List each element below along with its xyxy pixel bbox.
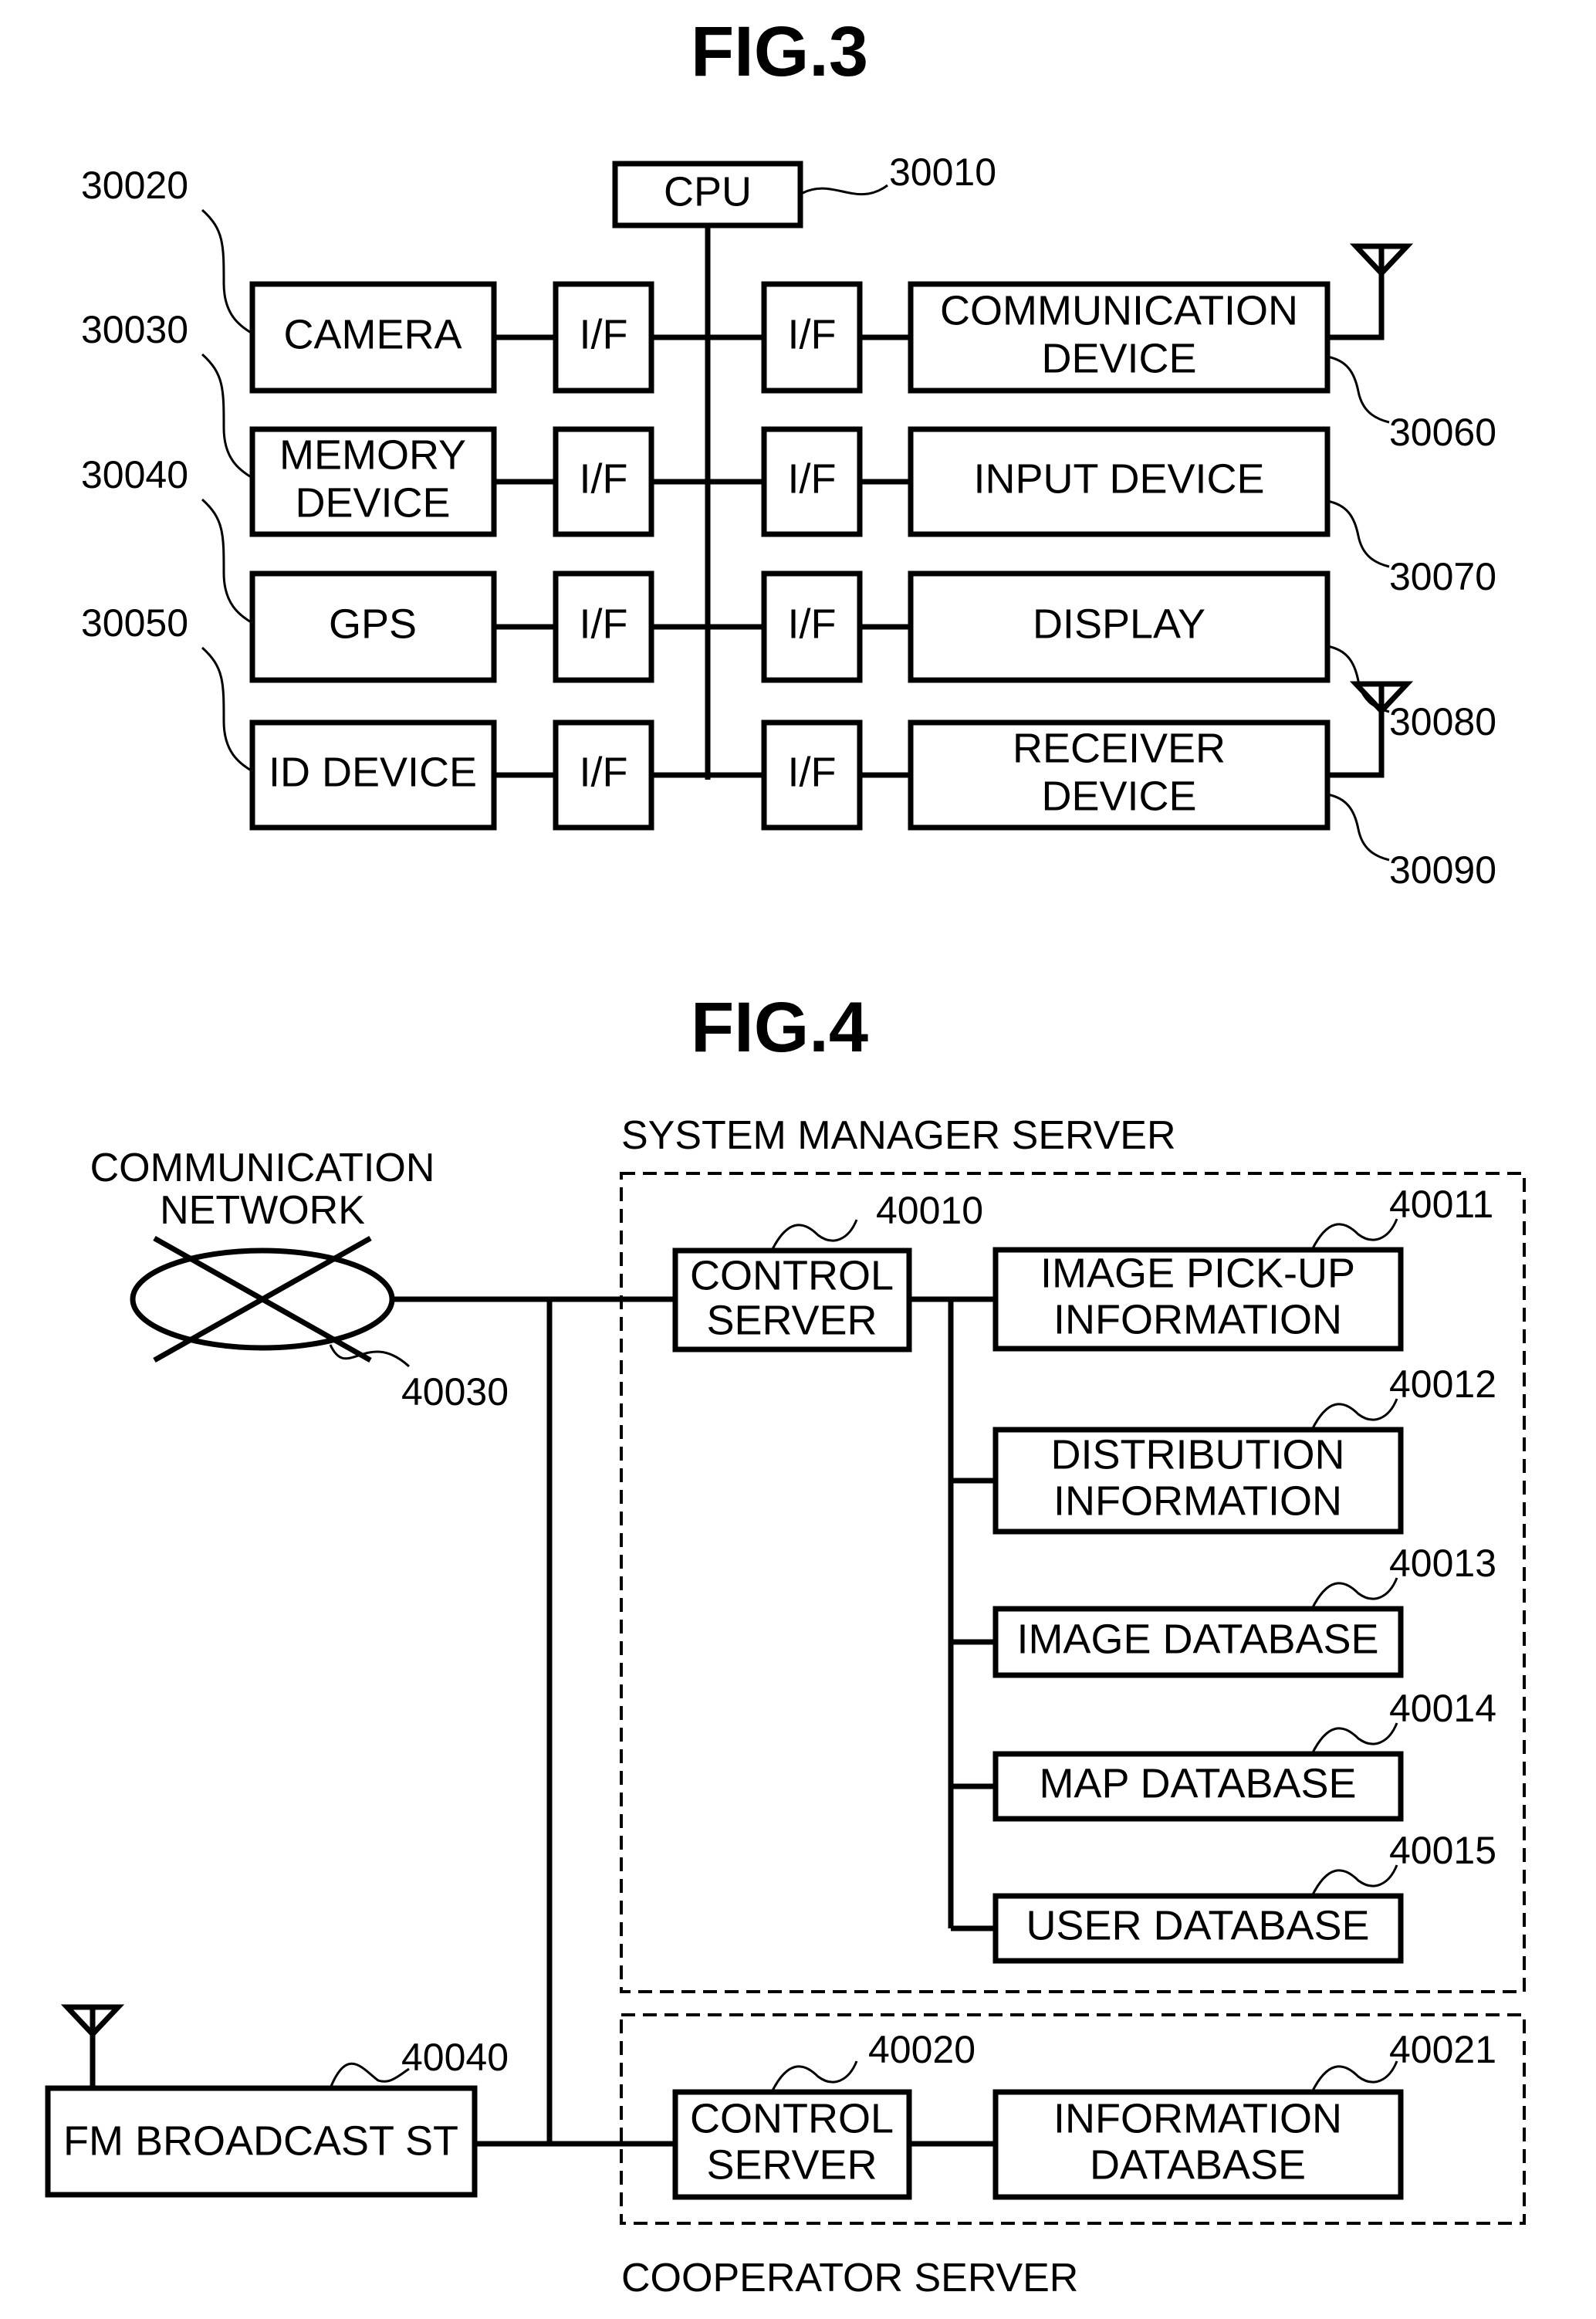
info-database-label-2: DATABASE bbox=[1090, 2141, 1306, 2188]
right-device-row: I/F COMMUNICATIONDEVICE 30060 bbox=[708, 243, 1496, 454]
device-label-line-1: INPUT DEVICE bbox=[973, 455, 1264, 502]
network-label-line1: COMMUNICATION bbox=[90, 1146, 435, 1190]
sm-item-ref: 40015 bbox=[1389, 1829, 1496, 1872]
network-leader bbox=[329, 1344, 411, 1368]
right-device-row: I/F RECEIVERDEVICE 30090 bbox=[708, 681, 1496, 892]
sm-item-ref: 40013 bbox=[1389, 1542, 1496, 1585]
cpu-label: CPU bbox=[664, 168, 752, 215]
sm-item-label-line-1: USER DATABASE bbox=[1026, 1902, 1369, 1948]
device-ref: 30040 bbox=[81, 453, 188, 496]
fig3: FIG.3 CPU 30010 CAMERA I/F30020MEMORYDEVI… bbox=[81, 12, 1496, 892]
coop-control-leader bbox=[770, 2060, 858, 2093]
sm-item: IMAGE PICK-UPINFORMATION 40011 bbox=[951, 1183, 1493, 1352]
coop-control-label-2: SERVER bbox=[706, 2141, 877, 2188]
device-label-line-1: RECEIVER bbox=[1013, 725, 1226, 771]
sm-item: DISTRIBUTIONINFORMATION 40012 bbox=[951, 1363, 1496, 1535]
device-label-line-1: MEMORY bbox=[279, 432, 466, 478]
fm-broadcast-station: FM BROADCAST ST 40040 bbox=[45, 2004, 509, 2198]
sm-item-label-line-2: INFORMATION bbox=[1053, 1296, 1342, 1342]
device-leader bbox=[201, 208, 253, 335]
sm-item: USER DATABASE 40015 bbox=[951, 1829, 1496, 1964]
cpu-leader bbox=[802, 184, 888, 196]
sm-item-label-line-1: IMAGE DATABASE bbox=[1016, 1616, 1378, 1662]
device-label-line-2: DEVICE bbox=[1041, 335, 1196, 381]
interface-label: I/F bbox=[580, 749, 628, 795]
coop-control-ref: 40020 bbox=[868, 2028, 976, 2071]
device-label-line-2: DEVICE bbox=[1041, 773, 1196, 819]
device-leader bbox=[201, 353, 253, 479]
sm-item: MAP DATABASE 40014 bbox=[951, 1687, 1496, 1822]
device-leader bbox=[1327, 355, 1390, 424]
device-leader bbox=[201, 646, 253, 773]
fig4-title: FIG.4 bbox=[691, 988, 868, 1067]
interface-label: I/F bbox=[580, 311, 628, 357]
device-ref: 30090 bbox=[1389, 848, 1496, 892]
fig3-left-devices: CAMERA I/F 30020 MEMORYDEVICE I/F 30030 GPS I/F… bbox=[81, 164, 708, 831]
sm-item-label-line-1: DISTRIBUTION bbox=[1050, 1431, 1344, 1478]
info-database-leader bbox=[1310, 2060, 1398, 2093]
cpu-block: CPU 30010 bbox=[612, 151, 996, 229]
info-database-label-1: INFORMATION bbox=[1053, 2095, 1342, 2141]
right-device-row: I/F DISPLAY 30080 bbox=[708, 570, 1496, 743]
patent-figures: FIG.3 CPU 30010 CAMERA I/F30020MEMORYDEVI… bbox=[45, 12, 1526, 2300]
device-ref: 30020 bbox=[81, 164, 188, 207]
coop-control-label-1: CONTROL bbox=[690, 2095, 894, 2141]
antenna-icon bbox=[1349, 243, 1414, 283]
network-ref: 40030 bbox=[401, 1370, 509, 1413]
device-ref: 30060 bbox=[1389, 411, 1496, 454]
info-database-ref: 40021 bbox=[1389, 2028, 1496, 2071]
device-ref: 30070 bbox=[1389, 555, 1496, 598]
interface-label: I/F bbox=[580, 601, 628, 647]
interface-label: I/F bbox=[788, 749, 837, 795]
device-label-line-1: CAMERA bbox=[283, 311, 462, 357]
sm-item-leader bbox=[1310, 1577, 1398, 1610]
sm-item-leader bbox=[1310, 1722, 1398, 1755]
interface-label: I/F bbox=[580, 455, 628, 502]
sm-control-label-1: CONTROL bbox=[690, 1252, 894, 1298]
device-label-line-1: GPS bbox=[329, 601, 417, 647]
fig4: FIG.4 COMMUNICATION NETWORK 40030 SYSTEM… bbox=[45, 988, 1526, 2300]
network-label-line2: NETWORK bbox=[160, 1188, 365, 1233]
communication-network: COMMUNICATION NETWORK 40030 bbox=[90, 1146, 509, 1413]
sm-items: IMAGE PICK-UPINFORMATION40011DISTRIBUTIO… bbox=[948, 1183, 1496, 1964]
cooperator-server: COOPERATOR SERVER CONTROL SERVER 40020 I… bbox=[620, 2013, 1526, 2300]
interface-label: I/F bbox=[788, 311, 837, 357]
fm-station-label: FM BROADCAST ST bbox=[63, 2118, 458, 2164]
device-label-line-1: COMMUNICATION bbox=[940, 287, 1298, 333]
sm-item-label-line-1: IMAGE PICK-UP bbox=[1040, 1250, 1355, 1296]
system-manager-label: SYSTEM MANAGER SERVER bbox=[621, 1113, 1176, 1158]
fm-station-leader bbox=[329, 2062, 410, 2089]
sm-item-ref: 40014 bbox=[1389, 1687, 1496, 1730]
interface-label: I/F bbox=[788, 601, 837, 647]
fig3-right-devices: I/FCOMMUNICATIONDEVICE30060I/F INPUT DEVI… bbox=[708, 243, 1496, 892]
sm-item-leader bbox=[1310, 1864, 1398, 1897]
device-ref: 30030 bbox=[81, 308, 188, 351]
sm-item-leader bbox=[1310, 1398, 1398, 1430]
device-label-line-1: DISPLAY bbox=[1033, 601, 1205, 647]
sm-item-ref: 40011 bbox=[1389, 1183, 1493, 1226]
device-label-line-1: ID DEVICE bbox=[269, 749, 477, 795]
device-leader bbox=[1327, 499, 1390, 568]
sm-control-label-2: SERVER bbox=[706, 1297, 877, 1343]
cooperator-label: COOPERATOR SERVER bbox=[621, 2256, 1078, 2300]
device-label-line-2: DEVICE bbox=[295, 479, 450, 526]
device-ref: 30050 bbox=[81, 601, 188, 645]
interface-label: I/F bbox=[788, 455, 837, 502]
system-manager-server: SYSTEM MANAGER SERVER CONTROL SERVER 400… bbox=[620, 1113, 1526, 1993]
sm-item-leader bbox=[1310, 1218, 1398, 1251]
sm-control-leader bbox=[770, 1219, 858, 1251]
sm-item-label-line-1: MAP DATABASE bbox=[1039, 1760, 1356, 1806]
fm-station-ref: 40040 bbox=[401, 2036, 509, 2079]
device-ref: 30080 bbox=[1389, 700, 1496, 743]
sm-item-label-line-2: INFORMATION bbox=[1053, 1478, 1342, 1524]
sm-item: IMAGE DATABASE 40013 bbox=[951, 1542, 1496, 1678]
sm-control-ref: 40010 bbox=[876, 1189, 983, 1232]
cpu-ref: 30010 bbox=[889, 151, 996, 194]
sm-item-ref: 40012 bbox=[1389, 1363, 1496, 1406]
antenna-icon bbox=[60, 2004, 125, 2088]
device-leader bbox=[201, 498, 253, 625]
fig3-title: FIG.3 bbox=[691, 12, 868, 91]
device-leader bbox=[1327, 793, 1390, 862]
